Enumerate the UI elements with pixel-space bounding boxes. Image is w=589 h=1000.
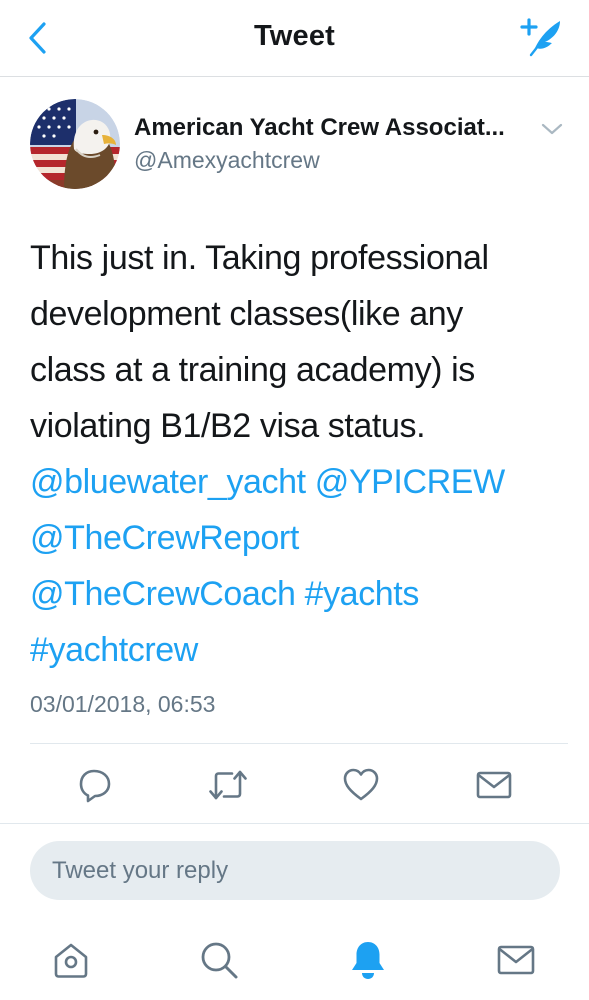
tweet-text: This just in. Taking professional develo… [30, 230, 570, 678]
mention-link[interactable]: @TheCrewReport [30, 519, 299, 557]
reply-button[interactable] [73, 763, 117, 807]
retweet-icon [209, 770, 247, 800]
bottom-tab-bar [0, 925, 589, 1000]
mention-link[interactable]: @bluewater_yacht [30, 463, 306, 501]
envelope-icon [476, 771, 512, 799]
tweet-author[interactable]: American Yacht Crew Associat... @Amexyac… [0, 97, 589, 193]
chevron-down-icon [541, 123, 563, 135]
tweet-links-line: @TheCrewCoach #yachts [30, 566, 570, 622]
tweet-links-line: #yachtcrew [30, 622, 570, 678]
tweet-actions [0, 745, 589, 823]
tweet-text-line: class at a training academy) is [30, 351, 475, 389]
tweet-timestamp: 03/01/2018, 06:53 [30, 691, 216, 717]
mention-link[interactable]: @YPICREW [315, 463, 505, 501]
retweet-button[interactable] [206, 763, 250, 807]
like-button[interactable] [339, 763, 383, 807]
divider [0, 823, 589, 824]
tab-notifications[interactable] [345, 937, 391, 983]
search-icon [201, 942, 238, 979]
reply-input[interactable]: Tweet your reply [30, 841, 560, 900]
author-handle[interactable]: @Amexyachtcrew [134, 147, 320, 174]
heart-icon [343, 768, 379, 801]
author-name[interactable]: American Yacht Crew Associat... [134, 114, 505, 142]
envelope-icon [497, 945, 535, 975]
bell-icon [352, 942, 384, 979]
tab-search[interactable] [196, 937, 242, 983]
hashtag-link[interactable]: #yachts [305, 575, 420, 613]
tweet-links-line: @bluewater_yacht @YPICREW [30, 454, 570, 510]
divider [30, 743, 568, 744]
compose-tweet-button[interactable] [517, 14, 567, 58]
tweet-text-line: This just in. Taking professional [30, 239, 489, 277]
eagle-flag-avatar [30, 99, 120, 189]
avatar[interactable] [30, 99, 120, 189]
home-icon [54, 943, 88, 978]
mention-link[interactable]: @TheCrewCoach [30, 575, 296, 613]
tweet-text-line: violating B1/B2 visa status. [30, 407, 426, 445]
share-button[interactable] [472, 763, 516, 807]
compose-tweet-icon [520, 18, 560, 57]
reply-icon [79, 769, 111, 803]
hashtag-link[interactable]: #yachtcrew [30, 631, 198, 669]
reply-placeholder: Tweet your reply [52, 857, 229, 884]
tweet-text-line: development classes(like any [30, 295, 463, 333]
tab-home[interactable] [48, 937, 94, 983]
tweet-options-button[interactable] [538, 117, 566, 141]
tab-messages[interactable] [493, 937, 539, 983]
page-title: Tweet [253, 20, 336, 52]
top-nav-bar: Tweet [0, 0, 589, 77]
tweet-links-line: @TheCrewReport [30, 510, 570, 566]
